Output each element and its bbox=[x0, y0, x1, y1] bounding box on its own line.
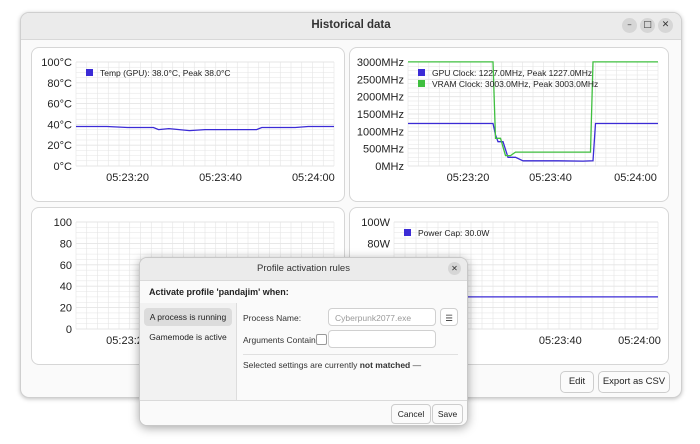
y-tick-label: 500MHz bbox=[363, 144, 404, 156]
legend-swatch bbox=[418, 69, 425, 76]
rule-sidebar: A process is running Gamemode is active bbox=[140, 303, 237, 401]
arguments-checkbox[interactable] bbox=[316, 334, 327, 345]
close-icon[interactable]: ✕ bbox=[448, 262, 461, 275]
window-title: Historical data bbox=[311, 19, 391, 31]
y-tick-label: 3000MHz bbox=[357, 57, 404, 69]
status-value: not matched bbox=[359, 360, 411, 370]
edit-button[interactable]: Edit bbox=[560, 371, 594, 393]
profile-activation-dialog: Profile activation rules ✕ Activate prof… bbox=[139, 257, 468, 426]
maximize-icon[interactable]: □ bbox=[640, 18, 655, 33]
temperature-chart-svg: 100°C 80°C 60°C 40°C 20°C 0°C 05:23:20 05:23:40… bbox=[41, 57, 335, 184]
y-tick-label: 100°C bbox=[41, 57, 72, 69]
dialog-heading: Activate profile 'pandajim' when: bbox=[149, 287, 289, 297]
y-tick-label: 80°C bbox=[47, 78, 72, 90]
x-tick-label: 05:24:00 bbox=[614, 172, 657, 184]
y-tick-label: 1000MHz bbox=[357, 126, 404, 138]
x-tick-label: 05:24:00 bbox=[292, 172, 335, 184]
list-icon[interactable]: ☰ bbox=[440, 308, 458, 326]
legend-label: Temp (GPU): 38.0°C, Peak 38.0°C bbox=[100, 68, 231, 78]
y-tick-label: 0MHz bbox=[375, 161, 404, 173]
dialog-footer: Cancel Save bbox=[140, 400, 467, 425]
y-tick-label: 100 bbox=[54, 217, 72, 229]
legend-label: VRAM Clock: 3003.0MHz, Peak 3003.0MHz bbox=[432, 79, 598, 89]
y-tick-label: 40°C bbox=[47, 119, 72, 131]
legend-label: Power Cap: 30.0W bbox=[418, 228, 489, 238]
close-icon[interactable]: ✕ bbox=[658, 18, 673, 33]
y-tick-label: 80 bbox=[60, 238, 72, 250]
status-prefix: Selected settings are currently bbox=[243, 360, 358, 370]
legend-swatch bbox=[418, 80, 425, 87]
process-name-label: Process Name: bbox=[243, 313, 302, 323]
title-bar: Historical data – □ ✕ bbox=[21, 13, 681, 40]
y-tick-label: 2500MHz bbox=[357, 74, 404, 86]
sidebar-item-gamemode[interactable]: Gamemode is active bbox=[144, 328, 232, 346]
y-tick-label: 100W bbox=[361, 217, 390, 229]
y-tick-label: 20°C bbox=[47, 140, 72, 152]
minimize-icon[interactable]: – bbox=[622, 18, 637, 33]
y-tick-label: 0 bbox=[66, 324, 72, 336]
legend-swatch bbox=[86, 69, 93, 76]
x-tick-label: 05:23:20 bbox=[447, 172, 490, 184]
sidebar-item-process[interactable]: A process is running bbox=[144, 308, 232, 326]
x-tick-label: 05:23:40 bbox=[539, 335, 582, 347]
process-name-input[interactable]: Cyberpunk2077.exe bbox=[328, 308, 436, 326]
x-tick-label: 05:23:40 bbox=[529, 172, 572, 184]
status-suffix: — bbox=[412, 360, 422, 370]
legend-swatch bbox=[404, 229, 411, 236]
y-tick-label: 60 bbox=[60, 260, 72, 272]
temperature-chart: 100°C 80°C 60°C 40°C 20°C 0°C 05:23:20 05:23:40… bbox=[31, 47, 345, 202]
y-tick-label: 40 bbox=[60, 281, 72, 293]
clock-chart-svg: 3000MHz 2500MHz 2000MHz 1500MHz 1000MHz 500MH… bbox=[357, 57, 659, 184]
save-button[interactable]: Save bbox=[432, 404, 463, 424]
cancel-button[interactable]: Cancel bbox=[391, 404, 431, 424]
divider bbox=[243, 354, 458, 355]
clock-chart: 3000MHz 2500MHz 2000MHz 1500MHz 1000MHz 500MH… bbox=[349, 47, 669, 202]
y-tick-label: 60°C bbox=[47, 99, 72, 111]
y-tick-label: 20 bbox=[60, 303, 72, 315]
dialog-title-bar: Profile activation rules ✕ bbox=[140, 258, 467, 281]
y-tick-label: 0°C bbox=[54, 161, 73, 173]
match-status: Selected settings are currently not matc… bbox=[243, 360, 421, 370]
x-tick-label: 05:23:40 bbox=[199, 172, 242, 184]
y-tick-label: 2000MHz bbox=[357, 92, 404, 104]
export-csv-button[interactable]: Export as CSV bbox=[598, 371, 670, 393]
y-tick-label: 80W bbox=[367, 238, 390, 250]
dialog-title: Profile activation rules bbox=[257, 263, 350, 274]
y-tick-label: 1500MHz bbox=[357, 109, 404, 121]
legend-label: GPU Clock: 1227.0MHz, Peak 1227.0MHz bbox=[432, 68, 592, 78]
x-tick-label: 05:23:20 bbox=[106, 172, 149, 184]
x-tick-label: 05:24:00 bbox=[618, 335, 661, 347]
arguments-input[interactable] bbox=[328, 330, 436, 348]
arguments-label: Arguments Contain: bbox=[243, 335, 319, 345]
